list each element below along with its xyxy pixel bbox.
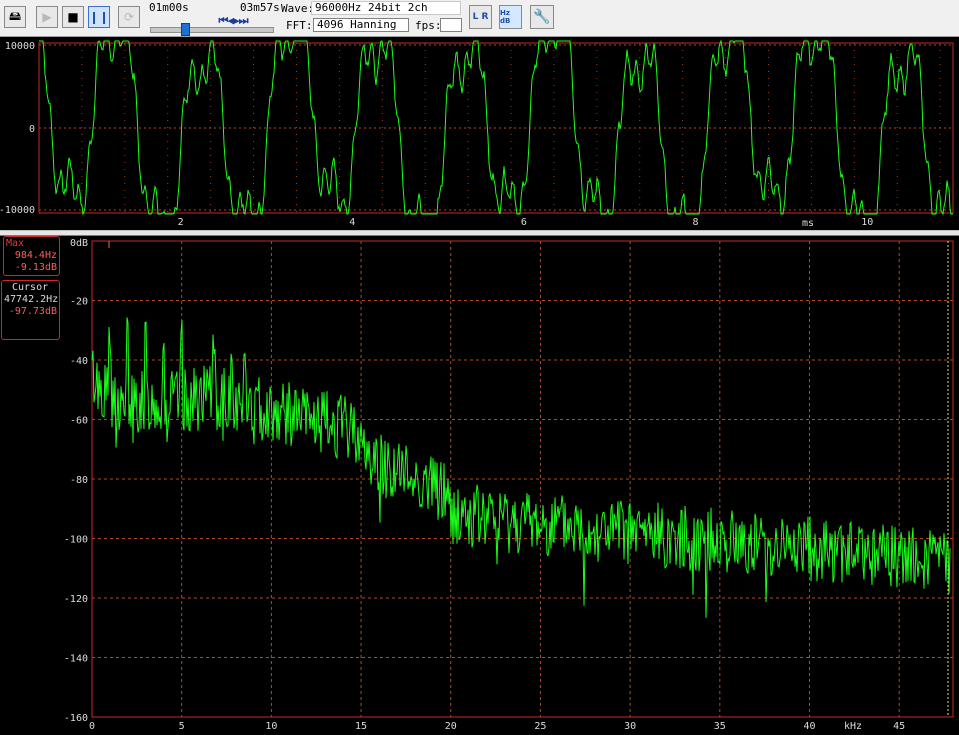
max-frequency: 984.4Hz	[14, 250, 57, 261]
fast-forward-icon[interactable]: ▶⏭	[233, 14, 249, 27]
spectrum-y-tick-label: -160	[64, 713, 88, 724]
waveform-x-tick-label: 2	[178, 217, 184, 228]
waveform-y-tick-label: 0	[29, 124, 35, 135]
spectrum-x-tick-label: 40	[803, 721, 815, 732]
hz-db-scale-icon: Hz dB	[500, 9, 511, 25]
spectrum-x-tick-label: 20	[445, 721, 457, 732]
waveform-y-tick-label: 10000	[5, 41, 35, 52]
spectrum-x-unit: kHz	[844, 721, 862, 732]
lr-channel-icon: L R	[472, 12, 489, 22]
rewind-icon[interactable]: ⏮◀	[219, 14, 235, 27]
waveform-y-tick-label: -10000	[0, 205, 35, 216]
spectrum-x-tick-label: 5	[179, 721, 185, 732]
spectrum-x-tick-label: 45	[893, 721, 905, 732]
waveform-x-unit: ms	[802, 218, 814, 229]
max-title: Max	[6, 238, 25, 249]
cursor-frequency: 47742.2Hz	[4, 294, 59, 305]
total-time: 03m57s	[240, 1, 280, 14]
stop-button[interactable]: ■	[62, 6, 84, 28]
spectrum-x-tick-label: 0	[89, 721, 95, 732]
spectrum-y-tick-label: -20	[70, 297, 88, 308]
seek-slider-track[interactable]	[150, 27, 274, 33]
spectrum-y-tick-label: -120	[64, 594, 88, 605]
spectrum-y-tick-label: -140	[64, 654, 88, 665]
waveform-x-tick-label: 10	[861, 217, 873, 228]
spectrum-y-tick-label: -40	[70, 356, 88, 367]
spectrum-x-tick-label: 10	[265, 721, 277, 732]
spectrum-x-tick-label: 25	[534, 721, 546, 732]
spectrum-y-tick-label: -60	[70, 416, 88, 427]
cursor-title: Cursor	[12, 282, 49, 293]
spectrum-y-tick-label: -80	[70, 475, 88, 486]
channel-lr-button[interactable]: L R	[469, 5, 492, 29]
device-icon: 🖴	[8, 8, 22, 23]
hz-db-scale-button[interactable]: Hz dB	[499, 5, 522, 29]
open-file-button[interactable]: 🖴	[4, 6, 26, 28]
wrench-icon: 🔧	[533, 9, 551, 25]
fps-field[interactable]	[440, 18, 462, 32]
spectrum-x-tick-label: 35	[714, 721, 726, 732]
pause-button[interactable]: ❙❙	[88, 6, 110, 28]
cursor-level: -97.73dB	[8, 306, 57, 317]
waveform-panel[interactable]: 10000 0 -10000 2 4 6 8 10 ms	[0, 37, 959, 231]
wave-format-field: 96000Hz 24bit 2ch	[311, 1, 461, 15]
waveform-x-tick-label: 4	[349, 217, 355, 228]
wave-label: Wave:	[281, 2, 315, 15]
toolbar: 🖴 ▶ ■ ❙❙ ⟳ 01m00s ⏮◀▶⏭ 03m57s Wave: 9600…	[0, 0, 959, 37]
spectrum-y-tick-label: 0dB	[70, 238, 88, 249]
play-button[interactable]: ▶	[36, 6, 58, 28]
fft-setting-field[interactable]: 4096 Hanning	[313, 18, 409, 32]
waveform-x-tick-label: 6	[521, 217, 527, 228]
settings-button[interactable]: 🔧	[530, 5, 554, 29]
fps-label: fps:	[415, 19, 442, 32]
spectrum-y-tick-label: -100	[64, 535, 88, 546]
loop-button[interactable]: ⟳	[118, 6, 140, 28]
spectrum-panel[interactable]: 0dB -20 -40 -60 -80 -100 -120 -140 -160 0 5 10 15 20…	[0, 236, 959, 735]
play-icon: ▶	[42, 10, 52, 24]
loop-icon: ⟳	[123, 10, 135, 24]
max-info-box: Max 984.4Hz -9.13dB	[3, 236, 60, 276]
max-level: -9.13dB	[14, 262, 57, 273]
spectrum-x-tick-label: 15	[355, 721, 367, 732]
stop-icon: ■	[67, 10, 79, 24]
pause-icon: ❙❙	[88, 10, 110, 24]
cursor-info-box: Cursor 47742.2Hz -97.73dB	[1, 280, 60, 340]
position-time: 01m00s	[149, 1, 189, 14]
waveform-x-tick-label: 8	[693, 217, 699, 228]
fft-label: FFT:	[286, 19, 313, 32]
seek-slider-thumb[interactable]	[181, 23, 191, 36]
spectrum-x-tick-label: 30	[624, 721, 636, 732]
